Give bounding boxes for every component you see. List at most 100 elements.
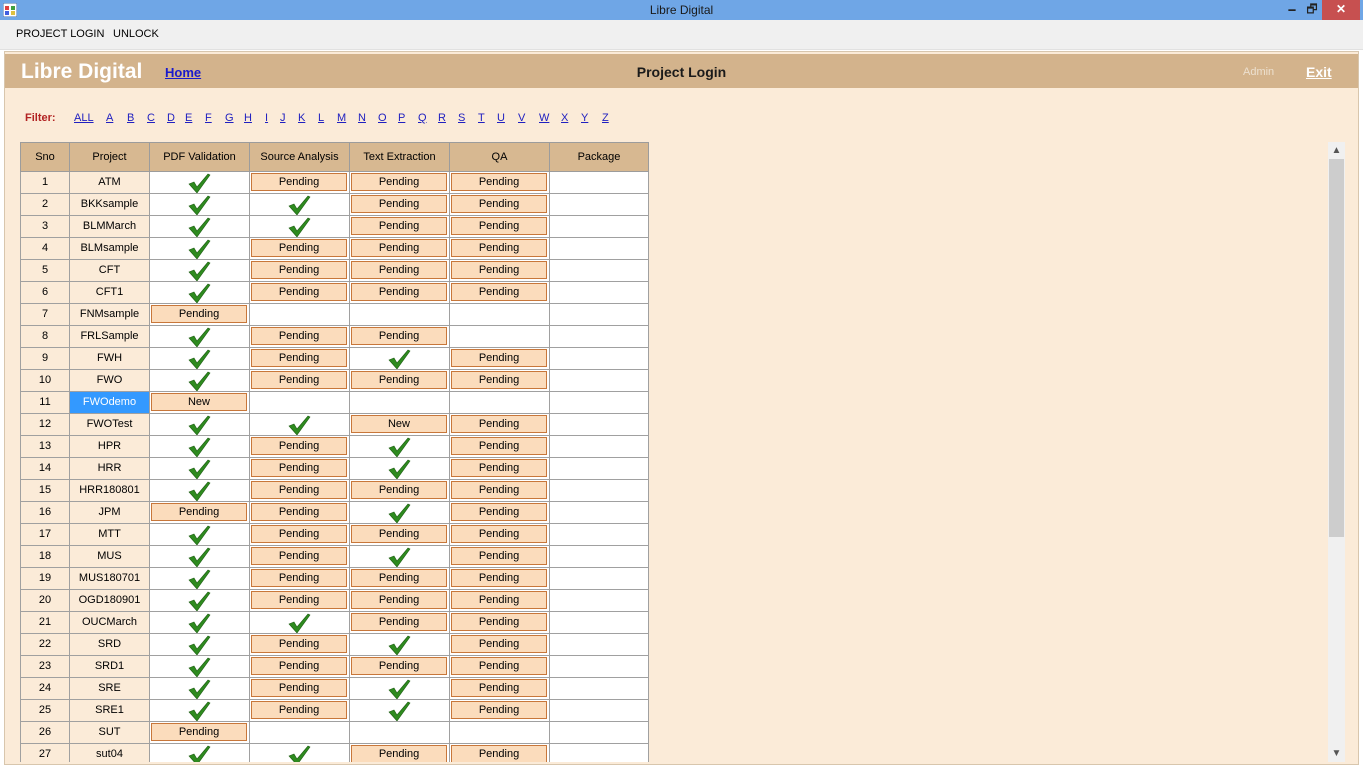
cell-sno[interactable]: 12 [20, 414, 70, 436]
menu-item-unlock[interactable]: UNLOCK [113, 28, 159, 40]
pending-status-button[interactable]: Pending [251, 701, 347, 719]
filter-letter-y[interactable]: Y [581, 112, 588, 124]
cell-project[interactable]: BLMMarch [70, 216, 150, 238]
pending-status-button[interactable]: Pending [451, 613, 547, 631]
filter-letter-k[interactable]: K [298, 112, 305, 124]
table-row[interactable]: 5 CFT Pending Pending Pending [20, 260, 649, 282]
scroll-down-icon[interactable]: ▼ [1328, 745, 1345, 762]
close-button[interactable]: ✕ [1322, 0, 1360, 20]
pending-status-button[interactable]: Pending [251, 283, 347, 301]
filter-letter-m[interactable]: M [337, 112, 346, 124]
pending-status-button[interactable]: Pending [351, 481, 447, 499]
pending-status-button[interactable]: Pending [251, 481, 347, 499]
cell-project[interactable]: SRD [70, 634, 150, 656]
pending-status-button[interactable]: Pending [351, 239, 447, 257]
filter-letter-x[interactable]: X [561, 112, 568, 124]
cell-sno[interactable]: 21 [20, 612, 70, 634]
pending-status-button[interactable]: Pending [451, 261, 547, 279]
column-header-source-analysis[interactable]: Source Analysis [250, 142, 350, 172]
cell-project[interactable]: BLMsample [70, 238, 150, 260]
restore-button[interactable]: 🗗 [1302, 0, 1322, 20]
pending-status-button[interactable]: Pending [251, 261, 347, 279]
cell-project[interactable]: SUT [70, 722, 150, 744]
cell-sno[interactable]: 27 [20, 744, 70, 762]
table-row[interactable]: 14 HRR Pending Pending [20, 458, 649, 480]
cell-sno[interactable]: 13 [20, 436, 70, 458]
table-row[interactable]: 19 MUS180701 Pending Pending Pending [20, 568, 649, 590]
pending-status-button[interactable]: Pending [451, 481, 547, 499]
table-row[interactable]: 24 SRE Pending Pending [20, 678, 649, 700]
filter-letter-f[interactable]: F [205, 112, 212, 124]
cell-sno[interactable]: 16 [20, 502, 70, 524]
filter-letter-r[interactable]: R [438, 112, 446, 124]
cell-sno[interactable]: 1 [20, 172, 70, 194]
cell-sno[interactable]: 19 [20, 568, 70, 590]
table-row[interactable]: 20 OGD180901 Pending Pending Pending [20, 590, 649, 612]
table-row[interactable]: 4 BLMsample Pending Pending Pending [20, 238, 649, 260]
table-row[interactable]: 15 HRR180801 Pending Pending Pending [20, 480, 649, 502]
pending-status-button[interactable]: Pending [451, 547, 547, 565]
pending-status-button[interactable]: Pending [451, 525, 547, 543]
cell-sno[interactable]: 26 [20, 722, 70, 744]
exit-link[interactable]: Exit [1306, 64, 1332, 80]
table-row[interactable]: 9 FWH Pending Pending [20, 348, 649, 370]
filter-letter-a[interactable]: A [106, 112, 113, 124]
cell-project[interactable]: CFT1 [70, 282, 150, 304]
filter-letter-e[interactable]: E [185, 112, 192, 124]
table-row[interactable]: 12 FWOTest New Pending [20, 414, 649, 436]
pending-status-button[interactable]: Pending [251, 547, 347, 565]
pending-status-button[interactable]: Pending [351, 569, 447, 587]
column-header-qa[interactable]: QA [450, 142, 550, 172]
table-row[interactable]: 25 SRE1 Pending Pending [20, 700, 649, 722]
table-row[interactable]: 26 SUT Pending [20, 722, 649, 744]
cell-sno[interactable]: 6 [20, 282, 70, 304]
cell-project[interactable]: CFT [70, 260, 150, 282]
pending-status-button[interactable]: Pending [451, 569, 547, 587]
cell-sno[interactable]: 2 [20, 194, 70, 216]
filter-letter-all[interactable]: ALL [74, 112, 94, 124]
cell-sno[interactable]: 9 [20, 348, 70, 370]
cell-sno[interactable]: 14 [20, 458, 70, 480]
cell-sno[interactable]: 18 [20, 546, 70, 568]
pending-status-button[interactable]: Pending [451, 349, 547, 367]
pending-status-button[interactable]: Pending [251, 459, 347, 477]
filter-letter-g[interactable]: G [225, 112, 234, 124]
pending-status-button[interactable]: Pending [251, 371, 347, 389]
pending-status-button[interactable]: Pending [151, 723, 247, 741]
pending-status-button[interactable]: Pending [451, 503, 547, 521]
filter-letter-p[interactable]: P [398, 112, 405, 124]
filter-letter-o[interactable]: O [378, 112, 387, 124]
pending-status-button[interactable]: Pending [451, 635, 547, 653]
pending-status-button[interactable]: Pending [451, 371, 547, 389]
table-row[interactable]: 21 OUCMarch Pending Pending [20, 612, 649, 634]
cell-sno[interactable]: 7 [20, 304, 70, 326]
pending-status-button[interactable]: Pending [351, 327, 447, 345]
table-row[interactable]: 7 FNMsample Pending [20, 304, 649, 326]
cell-sno[interactable]: 10 [20, 370, 70, 392]
pending-status-button[interactable]: Pending [351, 613, 447, 631]
cell-sno[interactable]: 17 [20, 524, 70, 546]
filter-letter-w[interactable]: W [539, 112, 549, 124]
pending-status-button[interactable]: Pending [451, 173, 547, 191]
pending-status-button[interactable]: Pending [251, 679, 347, 697]
column-header-package[interactable]: Package [550, 142, 649, 172]
scrollbar-thumb[interactable] [1329, 159, 1344, 537]
pending-status-button[interactable]: Pending [351, 525, 447, 543]
pending-status-button[interactable]: Pending [351, 591, 447, 609]
cell-project[interactable]: JPM [70, 502, 150, 524]
pending-status-button[interactable]: Pending [251, 437, 347, 455]
cell-project[interactable]: FWO [70, 370, 150, 392]
cell-project[interactable]: FRLSample [70, 326, 150, 348]
pending-status-button[interactable]: Pending [251, 657, 347, 675]
filter-letter-z[interactable]: Z [602, 112, 609, 124]
filter-letter-v[interactable]: V [518, 112, 525, 124]
pending-status-button[interactable]: Pending [451, 437, 547, 455]
pending-status-button[interactable]: Pending [451, 239, 547, 257]
cell-project[interactable]: SRE1 [70, 700, 150, 722]
pending-status-button[interactable]: Pending [151, 503, 247, 521]
pending-status-button[interactable]: Pending [451, 679, 547, 697]
pending-status-button[interactable]: Pending [351, 173, 447, 191]
filter-letter-c[interactable]: C [147, 112, 155, 124]
pending-status-button[interactable]: Pending [351, 283, 447, 301]
cell-project[interactable]: OGD180901 [70, 590, 150, 612]
